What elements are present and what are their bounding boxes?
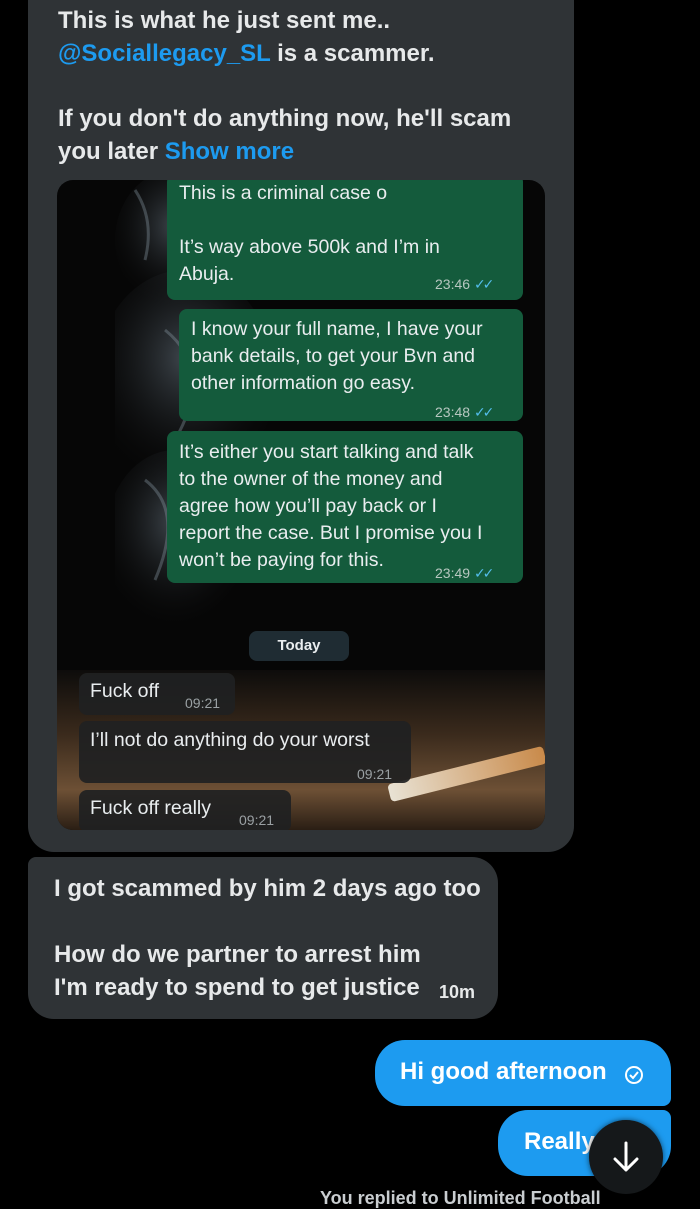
whatsapp-sent-message: It’s either you start talking and talk t… (167, 431, 523, 583)
message-text: I got scammed by him 2 days ago too (54, 875, 481, 902)
date-divider: Today (249, 631, 349, 661)
show-more-link[interactable]: Show more (165, 138, 294, 165)
whatsapp-message-text: This is a criminal case o (179, 182, 388, 204)
message-text: This is what he just sent me.. (58, 7, 391, 34)
whatsapp-message-text: bank details, to get your Bvn and (191, 345, 476, 367)
whatsapp-timestamp: 23:48 ✓✓ (435, 404, 495, 420)
scroll-to-bottom-button[interactable] (589, 1120, 663, 1194)
whatsapp-message-text: Fuck off (90, 680, 160, 702)
whatsapp-sent-message: I know your full name, I have your bank … (179, 309, 523, 421)
attached-screenshot-image[interactable]: This is a criminal case o It’s way above… (57, 180, 545, 830)
whatsapp-timestamp: 09:21 (239, 812, 275, 828)
whatsapp-timestamp: 09:21 (357, 766, 393, 782)
whatsapp-message-text: It’s either you start talking and talk (179, 441, 474, 463)
check-circle-icon (625, 1066, 643, 1084)
message-text: If you don't do anything now, he'll scam (58, 105, 512, 132)
whatsapp-timestamp: 09:21 (185, 695, 221, 711)
whatsapp-timestamp: 23:46 ✓✓ (435, 276, 495, 292)
whatsapp-sent-message: This is a criminal case o It’s way above… (167, 180, 523, 300)
whatsapp-message-text: Abuja. (179, 263, 235, 285)
arrow-down-icon (613, 1141, 639, 1172)
message-timestamp: 10m (439, 982, 476, 1002)
message-text: I'm ready to spend to get justice (54, 974, 420, 1001)
whatsapp-message-text: I know your full name, I have your (191, 318, 483, 340)
whatsapp-message-text: other information go easy. (191, 372, 416, 394)
mention-link[interactable]: @Sociallegacy_SL (58, 40, 270, 67)
message-text: How do we partner to arrest him (54, 941, 421, 968)
reply-context-note: You replied to Unlimited Football (320, 1188, 601, 1208)
outgoing-message-bubble[interactable]: Hi good afternoon (375, 1040, 671, 1106)
double-check-icon: ✓✓ (473, 404, 495, 420)
double-check-icon: ✓✓ (473, 565, 495, 581)
whatsapp-received-message: I’ll not do anything do your worst 09:21 (79, 721, 411, 783)
whatsapp-message-text: It’s way above 500k and I’m in (179, 236, 440, 258)
whatsapp-received-message: Fuck off 09:21 (79, 673, 235, 715)
message-text: Really (524, 1128, 595, 1155)
double-check-icon: ✓✓ (473, 276, 495, 292)
message-text: Hi good afternoon (400, 1058, 607, 1085)
whatsapp-message-text: I’ll not do anything do your worst (90, 729, 370, 751)
whatsapp-message-text: won’t be paying for this. (179, 549, 384, 571)
whatsapp-timestamp: 23:49 ✓✓ (435, 565, 495, 581)
message-text-line: you later Show more (58, 138, 295, 165)
whatsapp-message-text: report the case. But I promise you I (179, 522, 483, 544)
whatsapp-message-text: Fuck off really (90, 797, 212, 819)
whatsapp-message-text: agree how you’ll pay back or I (179, 495, 437, 517)
whatsapp-received-message: Fuck off really 09:21 (79, 790, 291, 830)
message-text-line: @Sociallegacy_SL is a scammer. (58, 40, 435, 67)
whatsapp-message-text: to the owner of the money and (179, 468, 443, 490)
